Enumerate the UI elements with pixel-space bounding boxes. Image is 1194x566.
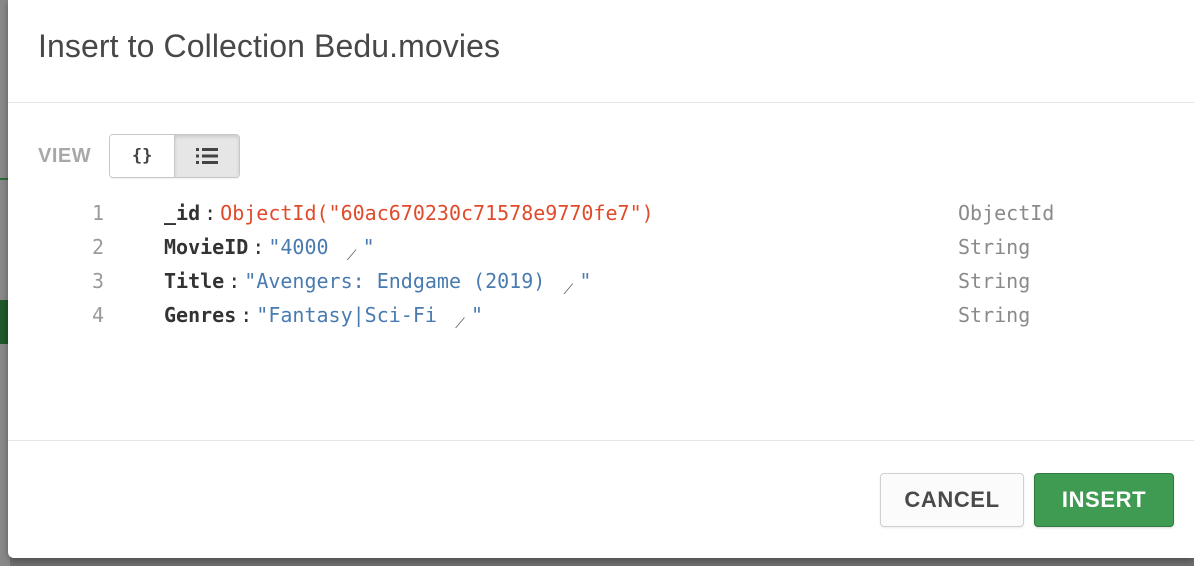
modal-title: Insert to Collection Bedu.movies <box>38 28 501 64</box>
field-type-string[interactable]: String <box>958 269 1030 293</box>
field-key[interactable]: Genres <box>164 303 236 327</box>
field-row-genres: 4 Genres: " Fantasy|Sci-Fi ⟋ " String <box>8 298 1194 332</box>
view-switcher: VIEW {} <box>38 134 241 178</box>
line-number: 2 <box>91 235 104 259</box>
field-key[interactable]: MovieID <box>164 235 248 259</box>
field-editor: Genres: " Fantasy|Sci-Fi ⟋ " <box>164 303 484 332</box>
insert-document-modal: Insert to Collection Bedu.movies VIEW {} <box>8 0 1194 558</box>
resize-handle-icon[interactable]: ⟋ <box>557 282 579 298</box>
field-editor: MovieID: " 4000 ⟋ " <box>164 235 375 264</box>
resize-handle-icon[interactable]: ⟋ <box>449 316 471 332</box>
field-key[interactable]: Title <box>164 269 224 293</box>
field-row-title: 3 Title: " Avengers: Endgame (2019) ⟋ " Str… <box>8 264 1194 298</box>
field-type-string[interactable]: String <box>958 235 1030 259</box>
modal-footer: CANCEL INSERT <box>8 440 1194 558</box>
list-icon <box>196 148 219 164</box>
resize-handle-icon[interactable]: ⟋ <box>341 248 363 264</box>
field-value-input[interactable]: 4000 <box>280 235 340 259</box>
braces-icon: {} <box>131 146 153 166</box>
view-button-group: {} <box>109 134 241 178</box>
line-number: 4 <box>91 303 104 327</box>
view-label: VIEW <box>38 144 92 167</box>
json-view-button[interactable]: {} <box>110 135 175 177</box>
line-number: 3 <box>91 269 104 293</box>
field-row-movieid: 2 MovieID: " 4000 ⟋ " String <box>8 230 1194 264</box>
field-value-input[interactable]: Fantasy|Sci-Fi <box>268 303 449 327</box>
line-number: 1 <box>91 201 104 225</box>
field-type-string[interactable]: String <box>958 303 1030 327</box>
modal-header: Insert to Collection Bedu.movies <box>8 0 1194 103</box>
field-value-objectid: ObjectId("60ac670230c71578e9770fe7") <box>220 201 654 225</box>
field-row-id: 1 _id: ObjectId("60ac670230c71578e9770fe7… <box>8 196 1194 230</box>
document-field-list: 1 _id: ObjectId("60ac670230c71578e9770fe7… <box>8 196 1194 332</box>
field-value-input[interactable]: Avengers: Endgame (2019) <box>256 269 557 293</box>
field-type-objectid[interactable]: ObjectId <box>958 201 1054 225</box>
field-editor: Title: " Avengers: Endgame (2019) ⟋ " <box>164 269 592 298</box>
field-editor: _id: ObjectId("60ac670230c71578e9770fe7") <box>164 201 654 225</box>
list-view-button[interactable] <box>174 135 240 177</box>
field-key: _id <box>164 201 201 225</box>
insert-button[interactable]: INSERT <box>1034 473 1174 527</box>
cancel-button[interactable]: CANCEL <box>880 473 1024 527</box>
